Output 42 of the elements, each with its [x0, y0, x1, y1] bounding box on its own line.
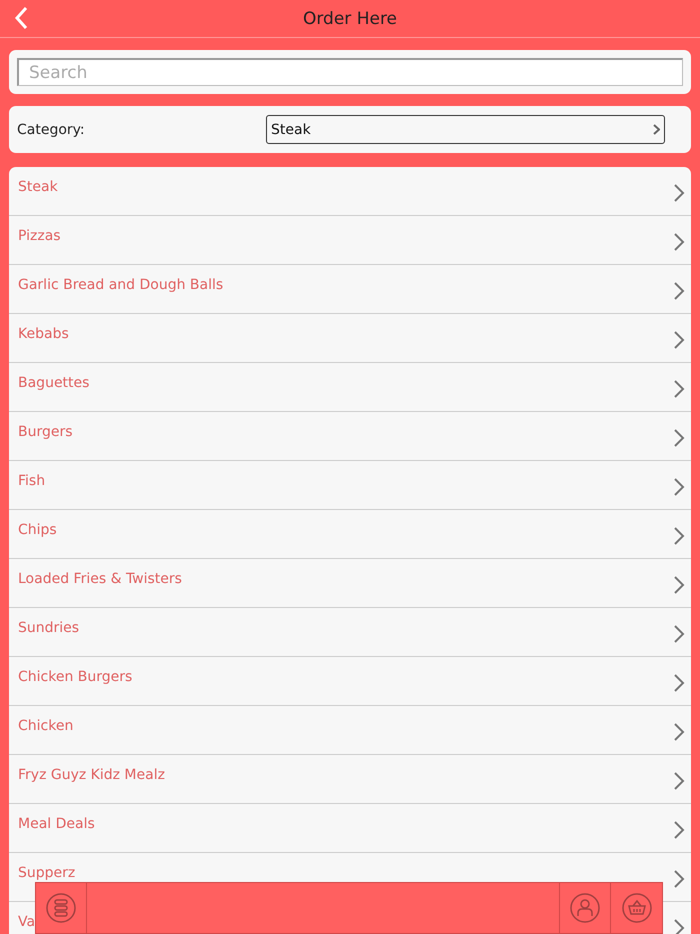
chevron-icon — [673, 820, 685, 840]
chevron-icon — [673, 575, 685, 595]
category-select[interactable]: Steak — [266, 115, 665, 144]
chevron-icon — [673, 869, 685, 889]
item-label[interactable]: Supperz — [18, 865, 76, 881]
chevron-icon — [673, 624, 685, 644]
chevron-icon — [653, 124, 660, 135]
stack-icon — [46, 893, 76, 923]
chevron-icon — [673, 722, 685, 742]
back-button[interactable] — [14, 6, 28, 30]
chevron-icon — [673, 477, 685, 497]
chevron-icon — [673, 673, 685, 693]
item-label[interactable]: Chips — [18, 522, 57, 538]
chevron-icon — [673, 330, 685, 350]
item-label[interactable]: Meal Deals — [18, 816, 95, 832]
back-icon — [14, 6, 28, 30]
item-label[interactable]: Va — [18, 914, 36, 930]
item-label[interactable]: Sundries — [18, 620, 80, 636]
chevron-icon — [673, 379, 685, 399]
item-label[interactable]: Pizzas — [18, 228, 61, 244]
chevron-icon — [673, 526, 685, 546]
chevron-icon — [673, 918, 685, 934]
page-title: Order Here — [302, 8, 398, 28]
item-label[interactable]: Fryz Guyz Kidz Mealz — [18, 767, 165, 783]
category-label: Category: — [17, 122, 86, 138]
item-label[interactable]: Fish — [18, 473, 46, 489]
item-label[interactable]: Chicken Burgers — [18, 669, 132, 685]
item-label[interactable]: Chicken — [18, 718, 74, 734]
basket-icon — [622, 893, 652, 923]
user-icon — [570, 893, 600, 923]
item-label[interactable]: Burgers — [18, 424, 73, 440]
chevron-icon — [673, 771, 685, 791]
chevron-icon — [673, 232, 685, 252]
item-label[interactable]: Steak — [18, 179, 58, 195]
item-label[interactable]: Kebabs — [18, 326, 69, 342]
chevron-icon — [673, 183, 685, 203]
item-label[interactable]: Garlic Bread and Dough Balls — [18, 277, 224, 293]
chevron-icon — [673, 281, 685, 301]
item-label[interactable]: Loaded Fries & Twisters — [18, 571, 182, 587]
item-label[interactable]: Baguettes — [18, 375, 90, 391]
chevron-icon — [673, 428, 685, 448]
search-field[interactable]: Search — [17, 58, 683, 86]
